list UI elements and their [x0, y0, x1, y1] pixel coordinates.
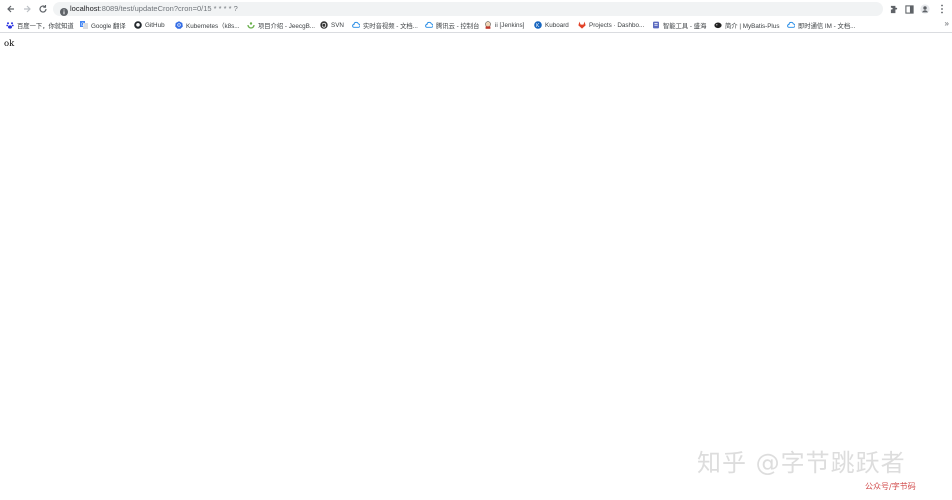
bookmark-item[interactable]: 项目介绍 - JeecgB... — [247, 19, 315, 31]
bookmark-label: GitHub — [145, 21, 165, 29]
bookmark-item[interactable]: 实时音视频 - 文档... — [352, 19, 418, 31]
browser-toolbar: localhost:8089/test/updateCron?cron=0/15… — [0, 0, 952, 18]
bookmarks-overflow-icon[interactable]: » — [945, 19, 949, 28]
menu-kebab-icon[interactable] — [936, 3, 948, 15]
bookmark-label: 腾讯云 - 控制台 — [436, 22, 480, 30]
bookmark-item[interactable]: 智能工具 - 盛海 — [652, 19, 706, 31]
address-bar[interactable]: localhost:8089/test/updateCron?cron=0/15… — [53, 2, 883, 16]
bookmark-label: Kubernetes（k8s... — [186, 22, 240, 30]
bookmark-item[interactable]: G Google 翻译 — [80, 19, 126, 31]
bookmark-item[interactable]: 简介 | MyBatis-Plus — [714, 19, 779, 31]
url-path: :8089/test/updateCron?cron=0/15 * * * * … — [99, 4, 238, 13]
mybatis-plus-icon — [714, 21, 722, 29]
response-text: ok — [4, 39, 15, 49]
url-text[interactable]: localhost:8089/test/updateCron?cron=0/15… — [70, 2, 238, 16]
jenkins-icon — [484, 21, 492, 29]
github-icon — [134, 21, 142, 29]
url-host: localhost — [70, 4, 100, 13]
svn-icon — [320, 21, 328, 29]
watermark-small-text: 公众号/字节码 — [865, 482, 916, 491]
page-content: ok 知乎 @字节跳跃者 公众号/字节码 — [0, 33, 952, 500]
site-info-icon[interactable] — [59, 4, 69, 16]
bookmark-label: Projects · Dashbo... — [589, 21, 645, 29]
bookmark-label: 智能工具 - 盛海 — [663, 22, 707, 30]
bookmark-item[interactable]: ii [Jenkins] — [484, 19, 524, 31]
bookmark-item[interactable]: Kubernetes（k8s... — [175, 19, 240, 31]
cloud-icon — [352, 21, 361, 29]
kuboard-icon: K — [534, 21, 542, 29]
cloud-icon — [787, 21, 796, 29]
bookmark-label: 项目介绍 - JeecgB... — [258, 22, 316, 30]
bookmark-label: 简介 | MyBatis-Plus — [725, 22, 780, 30]
watermark-text: 知乎 @字节跳跃者 — [697, 449, 906, 477]
bookmark-item[interactable]: 百度一下，你就知道 — [6, 19, 74, 31]
bookmark-item[interactable]: K Kuboard — [534, 19, 569, 31]
back-icon[interactable] — [4, 2, 18, 16]
forward-icon[interactable] — [20, 2, 34, 16]
side-panel-icon[interactable] — [903, 3, 915, 15]
bookmark-label: 实时音视频 - 文档... — [363, 22, 418, 30]
bookmark-label: 即时通信 IM - 文档... — [798, 22, 856, 30]
kubernetes-icon — [175, 21, 183, 29]
bookmark-item[interactable]: 即时通信 IM - 文档... — [787, 19, 855, 31]
bookmark-item[interactable]: Projects · Dashbo... — [578, 19, 644, 31]
reload-icon[interactable] — [36, 2, 50, 16]
profile-avatar-icon[interactable] — [919, 3, 931, 15]
bookmark-label: 百度一下，你就知道 — [17, 22, 74, 30]
jeecg-icon — [247, 21, 255, 29]
baidu-icon — [6, 21, 14, 29]
bookmarks-bar: 百度一下，你就知道 G Google 翻译 GitHub Kubernetes（… — [0, 18, 952, 33]
bookmark-label: ii [Jenkins] — [495, 21, 525, 29]
svg-text:G: G — [81, 22, 84, 27]
bookmark-item[interactable]: 腾讯云 - 控制台 — [425, 19, 479, 31]
bookmark-label: Kuboard — [545, 21, 569, 29]
google-translate-icon: G — [80, 21, 88, 29]
tencent-cloud-icon — [425, 21, 434, 29]
bookmark-label: Google 翻译 — [91, 22, 126, 30]
bookmark-item[interactable]: GitHub — [134, 19, 165, 31]
tool-icon — [652, 21, 660, 29]
extensions-icon[interactable] — [888, 3, 900, 15]
gitlab-icon — [578, 21, 586, 29]
bookmark-label: SVN — [331, 21, 344, 29]
bookmark-item[interactable]: SVN — [320, 19, 344, 31]
